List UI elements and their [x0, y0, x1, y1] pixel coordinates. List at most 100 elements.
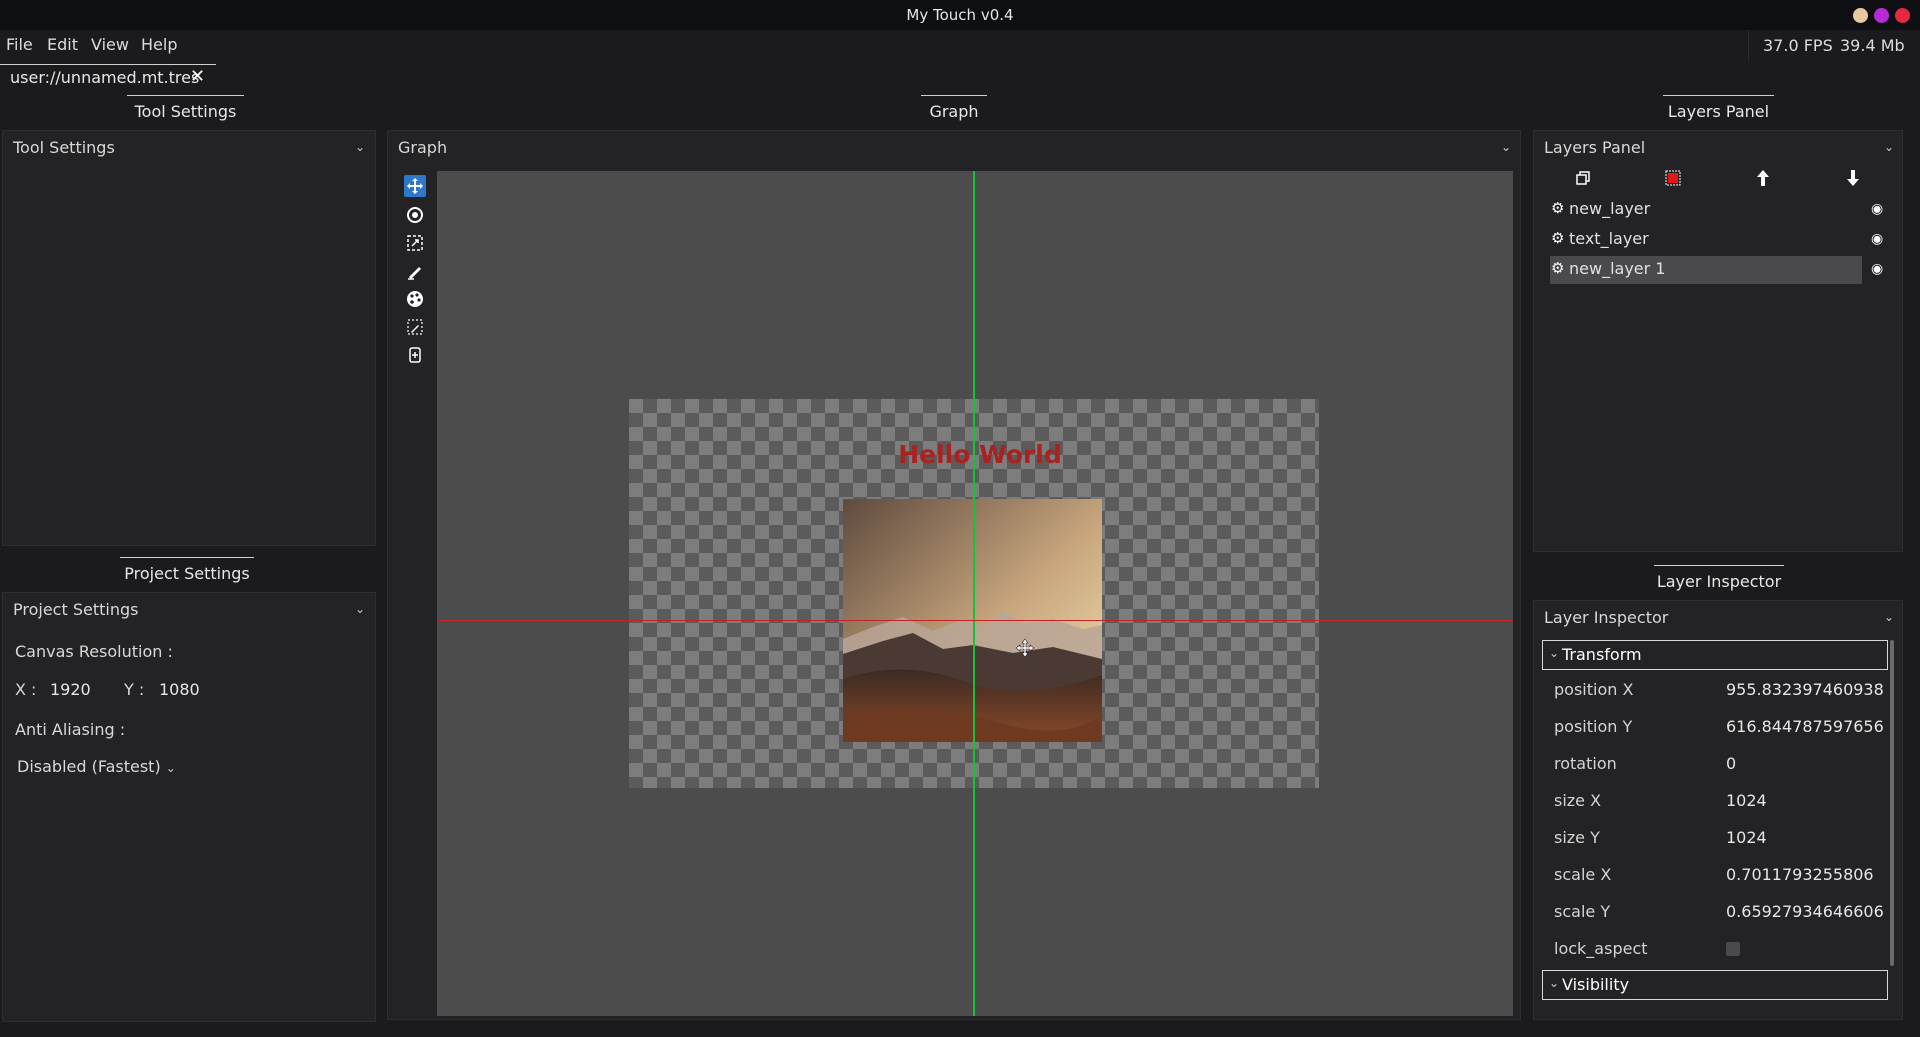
scale-y-input[interactable]: 0.65927934646606 [1726, 902, 1884, 921]
tab-underline [1654, 565, 1784, 566]
rotation-input[interactable]: 0 [1726, 754, 1736, 773]
gear-icon: ⚙ [1551, 229, 1565, 247]
tool-settings-panel: Tool Settings [2, 130, 376, 546]
layer-row[interactable]: ⚙ text_layer [1550, 226, 1862, 254]
scale-x-input[interactable]: 0.7011793255806 [1726, 865, 1874, 884]
horizontal-guide [437, 620, 1513, 621]
vertical-guide [973, 171, 975, 1016]
resolution-y-input[interactable]: 1080 [159, 680, 200, 699]
scale-icon [407, 235, 423, 251]
tab-underline [1663, 95, 1774, 96]
fps-counter: 37.0 FPS [1763, 36, 1833, 55]
prop-label: rotation [1554, 754, 1617, 773]
graph-header[interactable]: Graph [388, 131, 1520, 165]
transform-group-header[interactable]: ⌄ Transform [1542, 640, 1888, 670]
canvas-text-layer[interactable]: Hello World [880, 440, 1080, 469]
move-layer-up-button[interactable] [1755, 169, 1771, 191]
anti-aliasing-select[interactable]: Disabled (Fastest) ⌄ [17, 757, 176, 776]
move-cursor-icon [1015, 638, 1035, 662]
anti-aliasing-label: Anti Aliasing : [15, 720, 126, 739]
layer-row[interactable]: ⚙ new_layer [1550, 196, 1862, 224]
tab-underline [127, 95, 244, 96]
tab-project-settings[interactable]: Project Settings [120, 564, 254, 583]
minimize-button[interactable] [1853, 8, 1868, 23]
menu-edit[interactable]: Edit [47, 35, 78, 54]
chevron-down-icon[interactable]: ⌄ [1884, 140, 1894, 154]
color-tool-button[interactable] [404, 288, 426, 310]
size-x-input[interactable]: 1024 [1726, 791, 1767, 810]
position-y-input[interactable]: 616.844787597656 [1726, 717, 1884, 736]
layer-inspector-header[interactable]: Layer Inspector [1534, 601, 1902, 635]
resolution-x-input[interactable]: 1920 [50, 680, 91, 699]
chevron-down-icon[interactable]: ⌄ [1501, 140, 1511, 154]
size-y-input[interactable]: 1024 [1726, 828, 1767, 847]
menu-help[interactable]: Help [141, 35, 177, 54]
eyedropper-tool-button[interactable] [404, 316, 426, 338]
layer-name: text_layer [1569, 229, 1649, 248]
eye-icon[interactable]: ◉ [1871, 231, 1883, 247]
move-layer-down-button[interactable] [1845, 169, 1861, 191]
tab-layer-inspector[interactable]: Layer Inspector [1654, 572, 1784, 591]
gear-icon: ⚙ [1551, 259, 1565, 277]
gear-icon: ⚙ [1551, 199, 1565, 217]
prop-label: size X [1554, 791, 1602, 810]
chevron-down-icon[interactable]: ⌄ [355, 602, 365, 616]
add-layer-tool-icon [409, 347, 421, 363]
eyedropper-icon [407, 319, 423, 335]
position-x-input[interactable]: 955.832397460938 [1726, 680, 1884, 699]
inspector-scrollbar[interactable] [1890, 640, 1894, 966]
scale-tool-button[interactable] [404, 232, 426, 254]
tool-settings-header[interactable]: Tool Settings [3, 131, 375, 165]
prop-label: scale Y [1554, 902, 1611, 921]
tab-tool-settings[interactable]: Tool Settings [127, 102, 244, 121]
layers-panel-title: Layers Panel [1544, 138, 1646, 157]
tab-underline [921, 95, 987, 96]
rotate-tool-button[interactable] [404, 204, 426, 226]
add-layer-tool-button[interactable] [404, 344, 426, 366]
anti-aliasing-value: Disabled (Fastest) [17, 757, 161, 776]
move-up-icon [1757, 170, 1769, 186]
tool-settings-title: Tool Settings [13, 138, 115, 157]
close-file-icon[interactable]: ✕ [190, 66, 205, 87]
file-tab-label: user://unnamed.mt.tres [10, 68, 200, 87]
duplicate-layer-button[interactable] [1575, 170, 1591, 190]
menu-bar [0, 30, 1920, 62]
brush-tool-button[interactable] [404, 260, 426, 282]
chevron-down-icon: ⌄ [1549, 646, 1560, 660]
resolution-y-label: Y : [124, 680, 145, 699]
chevron-down-icon[interactable]: ⌄ [1884, 610, 1894, 624]
delete-layer-button[interactable] [1665, 170, 1681, 190]
eye-icon[interactable]: ◉ [1871, 201, 1883, 217]
transform-group-title: Transform [1562, 645, 1642, 664]
menu-file[interactable]: File [6, 35, 33, 54]
lock-aspect-checkbox[interactable] [1726, 942, 1740, 956]
move-tool-button[interactable] [404, 175, 426, 197]
prop-label: size Y [1554, 828, 1600, 847]
layers-panel-header[interactable]: Layers Panel [1534, 131, 1902, 165]
layer-row-selected[interactable]: ⚙ new_layer 1 [1550, 256, 1862, 284]
chevron-down-icon[interactable]: ⌄ [355, 140, 365, 154]
maximize-button[interactable] [1874, 8, 1889, 23]
close-window-button[interactable] [1895, 8, 1910, 23]
tab-graph[interactable]: Graph [921, 102, 987, 121]
menu-view[interactable]: View [91, 35, 129, 54]
layer-name: new_layer 1 [1569, 259, 1666, 278]
duplicate-icon [1576, 171, 1590, 185]
visibility-group-header[interactable]: ⌄ Visibility [1542, 970, 1888, 1000]
canvas-resolution-label: Canvas Resolution : [15, 642, 173, 661]
memory-counter: 39.4 Mb [1840, 36, 1905, 55]
eye-icon[interactable]: ◉ [1871, 261, 1883, 277]
palette-icon [407, 291, 423, 307]
prop-label: lock_aspect [1554, 939, 1648, 958]
brush-icon [408, 267, 421, 280]
chevron-down-icon: ⌄ [1549, 976, 1560, 990]
tab-layers-panel[interactable]: Layers Panel [1663, 102, 1774, 121]
project-settings-header[interactable]: Project Settings [3, 593, 375, 627]
resolution-x-label: X : [15, 680, 37, 699]
delete-icon [1665, 170, 1681, 186]
prop-label: position X [1554, 680, 1634, 699]
tab-underline [120, 557, 254, 558]
layers-panel: Layers Panel [1533, 130, 1903, 552]
rotate-icon [407, 207, 423, 223]
move-down-icon [1847, 170, 1859, 186]
